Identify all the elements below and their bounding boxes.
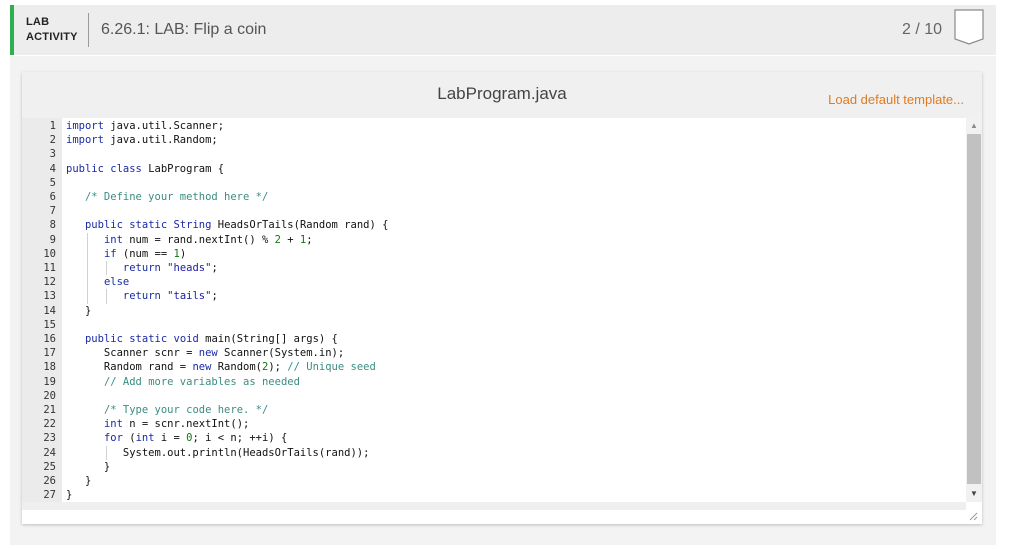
code-text: System.out.println(HeadsOrTails(rand)); bbox=[66, 446, 370, 459]
line-number: 27 bbox=[43, 489, 56, 502]
resize-handle-icon[interactable] bbox=[968, 511, 978, 521]
line-number: 7 bbox=[49, 205, 56, 218]
code-text: public static String HeadsOrTails(Random… bbox=[84, 219, 389, 232]
line-number: 8 bbox=[49, 219, 56, 232]
line-number: 24 bbox=[43, 446, 56, 459]
code-text: if (num == 1) bbox=[103, 247, 187, 260]
indent-guide bbox=[105, 289, 107, 304]
code-text: import java.util.Random; bbox=[66, 134, 218, 147]
load-default-template-link[interactable]: Load default template... bbox=[828, 92, 964, 107]
editor-header: LabProgram.java Load default template... bbox=[22, 72, 982, 118]
line-number: 5 bbox=[49, 176, 56, 189]
line-number: 17 bbox=[43, 347, 56, 360]
line-number: 1 bbox=[49, 120, 56, 132]
line-number: 26 bbox=[43, 475, 56, 487]
activity-title: 6.26.1: LAB: Flip a coin bbox=[101, 21, 267, 38]
completion-badge-icon bbox=[954, 9, 984, 45]
code-text: public static void main(String[] args) { bbox=[84, 333, 338, 345]
code-text: /* Type your code here. */ bbox=[103, 404, 269, 416]
line-number: 12 bbox=[43, 276, 56, 289]
code-text: else bbox=[103, 276, 130, 289]
code-text: return "heads"; bbox=[122, 262, 218, 274]
code-text: int num = rand.nextInt() % 2 + 1; bbox=[103, 233, 313, 246]
code-text: } bbox=[66, 489, 73, 502]
header-divider bbox=[88, 13, 89, 47]
line-number: 16 bbox=[43, 333, 56, 345]
line-number: 15 bbox=[43, 318, 56, 331]
scrollbar-thumb[interactable] bbox=[967, 134, 981, 484]
line-number: 22 bbox=[43, 418, 56, 431]
code-text: // Add more variables as needed bbox=[103, 375, 300, 388]
line-number: 2 bbox=[49, 134, 56, 147]
code-text: return "tails"; bbox=[122, 290, 218, 303]
line-number: 19 bbox=[43, 375, 56, 388]
line-number: 25 bbox=[43, 460, 56, 473]
code-text: import java.util.Scanner; bbox=[66, 120, 225, 132]
code-editor: LabProgram.java Load default template...… bbox=[22, 72, 982, 524]
progress-count: 2 / 10 bbox=[902, 21, 943, 38]
line-number: 14 bbox=[43, 304, 56, 317]
code-text: int n = scnr.nextInt(); bbox=[103, 418, 250, 431]
line-number: 4 bbox=[49, 162, 56, 175]
line-number: 11 bbox=[43, 262, 56, 274]
code-text: } bbox=[66, 304, 92, 317]
line-number: 23 bbox=[43, 432, 56, 445]
line-number: 9 bbox=[49, 233, 56, 246]
lab-tag-line1: LAB bbox=[26, 16, 50, 28]
line-number: 20 bbox=[43, 389, 56, 402]
code-text-area[interactable]: 1 import java.util.Scanner; 2 import java.u… bbox=[22, 118, 982, 502]
code-text: public class LabProgram { bbox=[66, 162, 225, 175]
line-number: 21 bbox=[43, 404, 56, 416]
line-number: 3 bbox=[49, 148, 56, 161]
lab-activity-tag: LAB ACTIVITY bbox=[26, 15, 78, 45]
vertical-scrollbar[interactable]: ▲ ▼ bbox=[966, 118, 982, 502]
indent-guide bbox=[105, 261, 107, 276]
indent-guide bbox=[105, 445, 107, 460]
code-text: Scanner scnr = new Scanner(System.in); bbox=[66, 347, 345, 360]
indent-guide bbox=[86, 232, 88, 304]
line-number: 18 bbox=[43, 361, 56, 374]
scroll-down-arrow-icon[interactable]: ▼ bbox=[966, 488, 982, 500]
scroll-up-arrow-icon[interactable]: ▲ bbox=[966, 120, 982, 132]
code-text: } bbox=[66, 460, 111, 473]
code-text: for (int i = 0; i < n; ++i) { bbox=[103, 432, 288, 445]
line-number: 10 bbox=[43, 247, 56, 260]
line-number: 6 bbox=[49, 191, 56, 203]
activity-header: LAB ACTIVITY 6.26.1: LAB: Flip a coin 2 … bbox=[10, 5, 996, 55]
code-text: Random rand = new Random(2); // Unique s… bbox=[66, 361, 376, 374]
line-number: 13 bbox=[43, 290, 56, 303]
code-text: } bbox=[66, 475, 92, 487]
lab-tag-line2: ACTIVITY bbox=[26, 31, 78, 43]
code-text: /* Define your method here */ bbox=[84, 191, 269, 203]
horizontal-scrollbar[interactable] bbox=[22, 502, 966, 510]
